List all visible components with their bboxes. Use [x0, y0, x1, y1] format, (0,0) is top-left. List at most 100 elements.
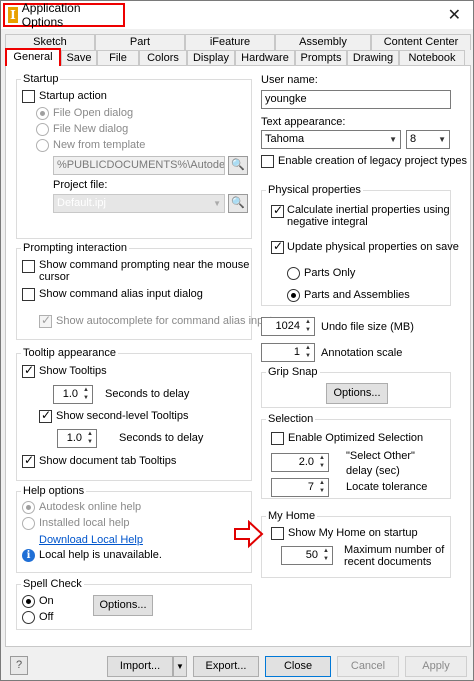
- export-button[interactable]: Export...: [193, 656, 259, 677]
- grip-snap-group: Grip Snap Options...: [261, 366, 451, 408]
- download-local-help-link[interactable]: Download Local Help: [39, 534, 143, 546]
- locate-tolerance-label: Locate tolerance: [346, 481, 428, 493]
- annotation-scale-label: Annotation scale: [321, 347, 403, 359]
- tab-row-front: General Save File Colors Display Hardwar…: [5, 48, 465, 66]
- chevron-down-icon: ▼: [213, 199, 221, 208]
- alias-dialog-checkbox[interactable]: [22, 288, 35, 301]
- tab-part[interactable]: Part: [95, 34, 185, 50]
- spinner-arrows-icon[interactable]: ▲ ▼: [317, 479, 327, 496]
- local-help-radio[interactable]: [22, 517, 35, 530]
- apply-button[interactable]: Apply: [405, 656, 467, 677]
- my-home-group: My Home Show My Home on startup 50 ▲ ▼ Ma…: [261, 510, 451, 578]
- physical-properties-label: Physical properties: [266, 184, 363, 196]
- parts-only-label: Parts Only: [304, 267, 356, 279]
- inventor-app-icon: I: [8, 7, 18, 23]
- tab-hardware[interactable]: Hardware: [235, 50, 295, 66]
- spell-off-radio[interactable]: [22, 611, 35, 624]
- command-prompting-checkbox[interactable]: [22, 260, 35, 273]
- show-tooltips-checkbox[interactable]: [22, 363, 35, 378]
- spinner-arrows-icon[interactable]: ▲ ▼: [321, 547, 331, 564]
- file-new-radio[interactable]: [36, 123, 49, 136]
- spell-check-group-label: Spell Check: [21, 578, 84, 590]
- optimized-selection-checkbox[interactable]: [271, 432, 284, 445]
- application-options-window: I Application Options ✕ Sketch Part iFea…: [0, 0, 474, 681]
- spinner-arrows-icon[interactable]: ▲ ▼: [81, 386, 91, 403]
- undo-size-label: Undo file size (MB): [321, 321, 414, 333]
- recent-docs-spinner[interactable]: 50 ▲ ▼: [281, 546, 333, 565]
- new-from-template-label: New from template: [53, 139, 146, 151]
- font-value: Tahoma: [265, 133, 305, 145]
- grip-snap-label: Grip Snap: [266, 366, 320, 378]
- user-name-input[interactable]: youngke: [261, 90, 451, 109]
- autocomplete-checkbox[interactable]: [39, 313, 52, 328]
- legacy-projects-checkbox[interactable]: [261, 155, 274, 168]
- second-level-delay-value: 1.0: [66, 432, 82, 444]
- doc-tab-tooltips-checkbox[interactable]: [22, 453, 35, 468]
- tab-display[interactable]: Display: [187, 50, 235, 66]
- help-question-icon[interactable]: ?: [10, 656, 28, 675]
- command-prompting-label: Show command prompting near the mouse: [39, 259, 250, 271]
- tab-prompts[interactable]: Prompts: [295, 50, 347, 66]
- show-my-home-label: Show My Home on startup: [288, 527, 418, 539]
- select-other-label-cont: delay (sec): [346, 465, 400, 477]
- inertial-checkbox[interactable]: [271, 203, 284, 218]
- command-prompting-label-cont: cursor: [39, 271, 70, 283]
- grip-options-button[interactable]: Options...: [326, 383, 388, 404]
- title-highlight: I Application Options: [3, 1, 125, 29]
- spinner-arrows-icon[interactable]: ▲ ▼: [317, 454, 327, 471]
- update-on-save-checkbox[interactable]: [271, 239, 284, 254]
- file-open-radio[interactable]: [36, 107, 49, 120]
- tooltip-group-label: Tooltip appearance: [21, 347, 118, 359]
- close-icon[interactable]: ✕: [448, 5, 461, 25]
- font-select[interactable]: Tahoma ▼: [261, 130, 401, 149]
- parts-only-radio[interactable]: [287, 267, 300, 280]
- tab-ifeature[interactable]: iFeature: [185, 34, 275, 50]
- spell-on-label: On: [39, 595, 54, 607]
- startup-group-label: Startup: [21, 73, 61, 85]
- tab-save[interactable]: Save: [61, 50, 97, 66]
- import-dropdown-icon[interactable]: ▼: [173, 656, 187, 677]
- spinner-arrows-icon[interactable]: ▲ ▼: [303, 318, 313, 335]
- tab-colors[interactable]: Colors: [139, 50, 187, 66]
- second-level-checkbox[interactable]: [39, 408, 52, 423]
- second-level-delay-spinner[interactable]: 1.0 ▲ ▼: [57, 429, 97, 448]
- annotation-scale-spinner[interactable]: 1 ▲ ▼: [261, 343, 315, 362]
- spell-on-radio[interactable]: [22, 595, 35, 608]
- locate-tolerance-value: 7: [307, 481, 314, 493]
- text-appearance-label: Text appearance:: [261, 116, 346, 128]
- show-my-home-checkbox[interactable]: [271, 527, 284, 540]
- spinner-arrows-icon[interactable]: ▲ ▼: [85, 430, 95, 447]
- locate-tolerance-spinner[interactable]: 7 ▲ ▼: [271, 478, 329, 497]
- tab-notebook[interactable]: Notebook: [399, 50, 465, 66]
- inertial-label-cont: negative integral: [287, 216, 368, 228]
- tab-file[interactable]: File: [97, 50, 139, 66]
- parts-assemblies-radio[interactable]: [287, 289, 300, 302]
- close-button[interactable]: Close: [265, 656, 331, 677]
- tab-content-center[interactable]: Content Center: [371, 34, 471, 50]
- tooltip-delay-spinner[interactable]: 1.0 ▲ ▼: [53, 385, 93, 404]
- startup-action-checkbox[interactable]: [22, 90, 35, 103]
- online-help-radio[interactable]: [22, 501, 35, 514]
- new-from-template-radio[interactable]: [36, 139, 49, 152]
- tab-assembly[interactable]: Assembly: [275, 34, 371, 50]
- template-browse-icon[interactable]: 🔍: [228, 156, 248, 175]
- selection-group: Selection Enable Optimized Selection 2.0…: [261, 413, 451, 499]
- tab-general[interactable]: General: [5, 48, 61, 66]
- startup-group: Startup Startup action File Open dialog …: [16, 73, 252, 239]
- tooltip-delay-label: Seconds to delay: [105, 388, 190, 400]
- project-file-select[interactable]: Default.ipj ▼: [53, 194, 225, 213]
- project-browse-icon[interactable]: 🔍: [228, 194, 248, 213]
- second-level-delay-label: Seconds to delay: [119, 432, 204, 444]
- undo-size-spinner[interactable]: 1024 ▲ ▼: [261, 317, 315, 336]
- project-file-label: Project file:: [53, 179, 108, 191]
- tab-drawing[interactable]: Drawing: [347, 50, 399, 66]
- select-other-delay-spinner[interactable]: 2.0 ▲ ▼: [271, 453, 329, 472]
- cancel-button[interactable]: Cancel: [337, 656, 399, 677]
- import-button[interactable]: Import...: [107, 656, 173, 677]
- template-path-field[interactable]: %PUBLICDOCUMENTS%\Autodesk\Inve: [53, 156, 225, 175]
- font-size-select[interactable]: 8 ▼: [406, 130, 450, 149]
- spell-options-button[interactable]: Options...: [93, 595, 153, 616]
- chevron-down-icon: ▼: [389, 135, 397, 144]
- parts-assemblies-label: Parts and Assemblies: [304, 289, 410, 301]
- spinner-arrows-icon[interactable]: ▲ ▼: [303, 344, 313, 361]
